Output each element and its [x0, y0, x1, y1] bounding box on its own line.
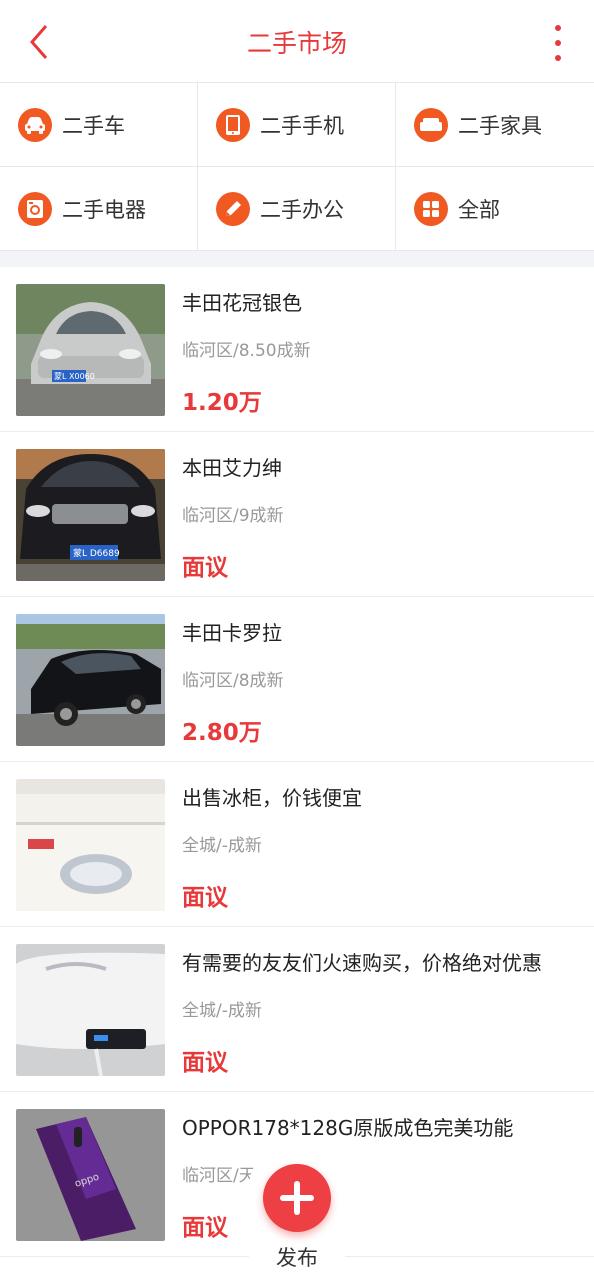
item-photo-water-heater [16, 944, 165, 1076]
item-price: 面议 [182, 885, 228, 911]
publish-label: 发布 [276, 1246, 318, 1270]
phone-icon [216, 107, 250, 142]
category-label: 二手车 [62, 113, 125, 138]
item-title: 本田艾力绅 [182, 456, 282, 480]
item-price: 1.20万 [182, 390, 262, 416]
item-meta: 全城/-成新 [182, 1001, 262, 1021]
plate-text: 蒙L X0060 [54, 371, 95, 381]
page-title: 二手市场 [246, 29, 347, 58]
more-options-icon[interactable] [552, 24, 564, 62]
category-label: 二手家具 [458, 113, 542, 138]
item-photo-black-mpv: 蒙L D6689 [16, 449, 165, 581]
car-icon [18, 107, 52, 142]
item-title: 丰田卡罗拉 [182, 621, 282, 645]
publish-fab[interactable]: 发布 [249, 1140, 345, 1280]
category-used-office[interactable]: 二手办公 [198, 167, 396, 251]
pencil-icon [216, 191, 250, 226]
category-grid: 二手车 二手手机 二手家具 二手电器 二手办公 全部 [0, 83, 594, 251]
listing-list: 蒙L X0060 丰田花冠银色 临河区/8.50成新 1.20万 蒙L D668… [0, 267, 594, 1257]
item-meta: 全城/-成新 [182, 836, 262, 856]
category-all[interactable]: 全部 [396, 167, 594, 251]
item-photo-phone: oppo [16, 1109, 165, 1241]
category-used-furniture[interactable]: 二手家具 [396, 83, 594, 167]
section-divider [0, 251, 594, 267]
category-label: 全部 [458, 197, 500, 222]
item-meta: 临河区/9成新 [182, 506, 284, 526]
plate-text: 蒙L D6689 [73, 547, 120, 559]
item-price: 面议 [182, 1215, 228, 1241]
item-photo-freezer [16, 779, 165, 911]
list-item[interactable]: 丰田卡罗拉 临河区/8成新 2.80万 [0, 597, 594, 762]
list-item[interactable]: 蒙L D6689 本田艾力绅 临河区/9成新 面议 [0, 432, 594, 597]
category-used-cars[interactable]: 二手车 [0, 83, 198, 167]
item-title: OPPOR178*128G原版成色完美功能 [182, 1116, 514, 1140]
item-meta: 临河区/8.50成新 [182, 341, 311, 361]
publish-button[interactable] [263, 1164, 331, 1232]
item-photo-silver-car: 蒙L X0060 [16, 284, 165, 416]
sofa-icon [414, 107, 448, 142]
list-item[interactable]: 有需要的友友们火速购买，价格绝对优惠 全城/-成新 面议 [0, 927, 594, 1092]
item-title: 丰田花冠银色 [182, 291, 302, 315]
item-price: 面议 [182, 555, 228, 581]
item-meta: 临河区/天 [182, 1166, 256, 1186]
category-label: 二手手机 [260, 113, 344, 138]
grid-icon [414, 191, 448, 226]
item-photo-black-sedan [16, 614, 165, 746]
washer-icon [18, 191, 52, 226]
plus-icon [280, 1181, 314, 1215]
item-price: 面议 [182, 1050, 228, 1076]
list-item[interactable]: 出售冰柜，价钱便宜 全城/-成新 面议 [0, 762, 594, 927]
app-header: 二手市场 [0, 0, 594, 83]
item-price: 2.80万 [182, 720, 262, 746]
category-label: 二手电器 [62, 197, 146, 222]
item-title: 有需要的友友们火速购买，价格绝对优惠 [182, 951, 542, 975]
category-used-appliances[interactable]: 二手电器 [0, 167, 198, 251]
category-used-phones[interactable]: 二手手机 [198, 83, 396, 167]
list-item[interactable]: 蒙L X0060 丰田花冠银色 临河区/8.50成新 1.20万 [0, 267, 594, 432]
category-label: 二手办公 [260, 197, 344, 222]
item-title: 出售冰柜，价钱便宜 [182, 786, 362, 810]
item-meta: 临河区/8成新 [182, 671, 284, 691]
